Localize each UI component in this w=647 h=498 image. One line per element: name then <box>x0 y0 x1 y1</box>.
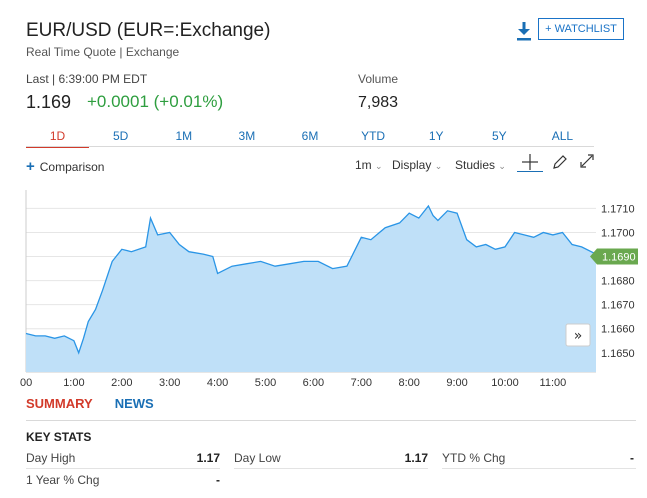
page-title: EUR/USD (EUR=:Exchange) <box>26 20 271 41</box>
chevron-down-icon: ⌄ <box>498 161 506 171</box>
tab-summary[interactable]: SUMMARY <box>26 396 93 411</box>
range-1d[interactable]: 1D <box>26 126 90 148</box>
ranges-divider <box>26 146 594 147</box>
price-chart[interactable]: 1.1710 1.1700 1.1690 1.1680 1.1670 1.1660 1.16… <box>0 180 647 388</box>
day-low-value: 1.17 <box>404 451 428 465</box>
stat-divider <box>26 468 220 469</box>
y-tick-label: 1.1650 <box>601 348 635 360</box>
x-tick-label: 11:00 <box>540 377 567 388</box>
x-tick-label: 6:00 <box>303 377 324 388</box>
svg-text:1.1690: 1.1690 <box>602 252 636 264</box>
plus-icon: + <box>26 158 35 175</box>
ytd-change-value: - <box>630 451 634 465</box>
last-price: 1.169 <box>26 92 72 112</box>
quote-source-subtitle: Real Time Quote | Exchange <box>26 45 180 59</box>
x-tick-label: 7:00 <box>351 377 372 388</box>
display-dropdown[interactable]: Display ⌄ <box>392 158 442 172</box>
x-tick-label: 2:00 <box>111 377 132 388</box>
range-3m[interactable]: 3M <box>215 126 278 148</box>
year-change-label: 1 Year % Chg <box>26 473 100 487</box>
range-ytd[interactable]: YTD <box>342 126 405 148</box>
current-price-label: 1.1690 <box>590 248 638 265</box>
year-change-value: - <box>216 473 220 487</box>
x-tick-label: 1:00 <box>63 377 84 388</box>
ytd-change-label: YTD % Chg <box>442 451 506 465</box>
download-icon[interactable] <box>514 20 534 42</box>
last-trade-time: Last | 6:39:00 PM EDT <box>26 72 148 86</box>
expand-icon[interactable] <box>578 152 596 170</box>
range-1m[interactable]: 1M <box>152 126 215 148</box>
x-tick-label: 4:00 <box>207 377 228 388</box>
range-6m[interactable]: 6M <box>278 126 341 148</box>
x-tick-label: 9:00 <box>446 377 467 388</box>
y-tick-label: 1.1710 <box>601 203 635 215</box>
x-tick-label: 8:00 <box>398 377 419 388</box>
y-tick-label: 1.1700 <box>601 227 635 239</box>
stat-divider <box>442 468 636 469</box>
y-tick-label: 1.1670 <box>601 300 635 312</box>
tab-news[interactable]: NEWS <box>115 396 154 411</box>
range-5y[interactable]: 5Y <box>468 126 531 148</box>
interval-label: 1m <box>355 158 372 172</box>
chevron-down-icon: ⌄ <box>434 161 443 171</box>
stat-divider <box>234 468 428 469</box>
day-low-label: Day Low <box>234 451 281 465</box>
x-tick-label: 00 <box>20 377 32 388</box>
scroll-forward-button[interactable]: » <box>565 323 591 347</box>
range-all[interactable]: ALL <box>531 126 594 148</box>
range-1y[interactable]: 1Y <box>405 126 468 148</box>
watchlist-button[interactable]: + WATCHLIST <box>538 18 624 40</box>
chevron-down-icon: ⌄ <box>375 161 383 171</box>
comparison-label: Comparison <box>39 159 105 174</box>
studies-label: Studies <box>455 158 496 172</box>
display-label: Display <box>392 158 432 172</box>
tabs-divider <box>26 420 636 421</box>
day-high-value: 1.17 <box>196 451 220 465</box>
price-change: +0.0001 (+0.01%) <box>87 92 224 111</box>
volume-value: 7,983 <box>358 94 399 111</box>
key-stats-heading: KEY STATS <box>26 430 92 444</box>
time-range-selector: 1D 5D 1M 3M 6M YTD 1Y 5Y ALL <box>26 126 594 148</box>
volume-label: Volume <box>358 72 399 86</box>
x-tick-label: 3:00 <box>159 377 180 388</box>
price-area <box>26 206 596 372</box>
x-tick-label: 5:00 <box>255 377 276 388</box>
interval-dropdown[interactable]: 1m ⌄ <box>355 158 383 172</box>
studies-dropdown[interactable]: Studies ⌄ <box>455 158 506 172</box>
range-5d[interactable]: 5D <box>89 126 152 148</box>
x-tick-label: 10:00 <box>491 377 519 388</box>
crosshair-icon[interactable] <box>517 152 543 172</box>
pencil-icon[interactable] <box>551 153 569 171</box>
summary-news-tabs: SUMMARY NEWS <box>26 396 154 411</box>
comparison-button[interactable]: + Comparison <box>26 158 104 175</box>
day-high-label: Day High <box>26 451 76 465</box>
y-tick-label: 1.1660 <box>601 324 635 336</box>
y-tick-label: 1.1680 <box>601 276 635 288</box>
double-chevron-right-icon: » <box>574 328 583 344</box>
